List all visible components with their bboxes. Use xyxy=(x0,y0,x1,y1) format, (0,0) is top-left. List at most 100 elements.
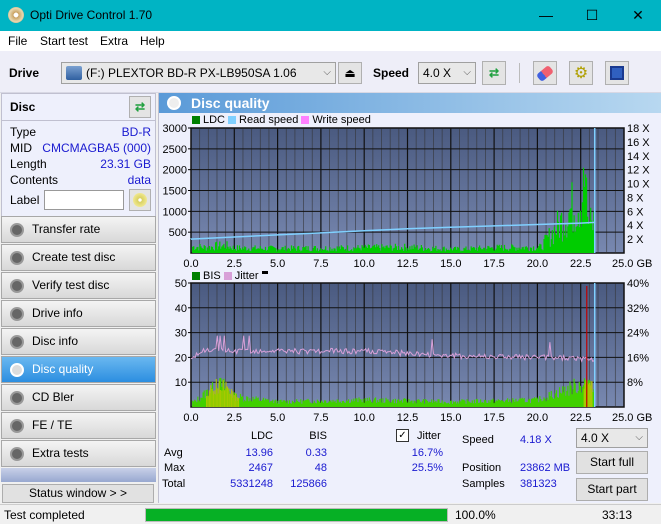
nav-verify-test-disc[interactable]: Verify test disc xyxy=(1,272,156,299)
x-tick-label: 5.0 xyxy=(270,412,285,423)
x-tick-label: 12.5 xyxy=(397,258,418,270)
settings-button[interactable]: ⚙ xyxy=(569,61,593,85)
app-disc-icon xyxy=(8,7,24,23)
nav-label: CD Bler xyxy=(32,390,75,404)
refresh-arrows-icon: ⇄ xyxy=(488,66,500,80)
max-jitter: 25.5% xyxy=(411,462,443,474)
status-text: Test completed xyxy=(4,508,85,522)
minimize-button[interactable]: — xyxy=(523,0,569,31)
nav-disc-info[interactable]: Disc info xyxy=(1,328,156,355)
jitter-checkbox[interactable]: ✓ xyxy=(396,429,409,442)
x-tick-label: 10.0 xyxy=(353,258,374,270)
disc-header: Disc xyxy=(10,100,36,114)
col-ldc: LDC xyxy=(250,430,273,442)
x-tick-label: 7.5 xyxy=(313,412,328,423)
total-ldc: 5331248 xyxy=(230,478,273,490)
y2-tick-label: 8% xyxy=(627,377,643,389)
drive-info-icon xyxy=(10,307,24,321)
x-tick-label: 22.5 xyxy=(570,412,591,423)
chevron-down-icon: ⌵ xyxy=(635,432,643,443)
y2-tick-label: 16 X xyxy=(627,137,650,149)
x-tick-label: 20.0 xyxy=(527,258,548,270)
speed-label: Speed xyxy=(373,66,410,80)
y2-tick-label: 14 X xyxy=(627,151,650,163)
nav-label: Disc quality xyxy=(32,362,94,376)
col-bis: BIS xyxy=(309,430,327,442)
marker-swatch xyxy=(261,270,268,274)
nav-label: Disc info xyxy=(32,334,79,348)
x-tick-label: 15.0 xyxy=(440,412,461,423)
toolbar-divider xyxy=(519,63,520,83)
nav-fe-te[interactable]: FE / TE xyxy=(1,412,156,439)
position-label: Position xyxy=(462,462,502,474)
disc-quality-icon xyxy=(10,363,24,377)
menu-start-test[interactable]: Start test xyxy=(40,34,88,48)
toolbar: Drive (F:) PLEXTOR BD-R PX-LB950SA 1.06 … xyxy=(0,51,661,93)
menu-extra[interactable]: Extra xyxy=(100,34,128,48)
contents-value: data xyxy=(127,173,151,187)
disc-refresh-button[interactable]: ⇄ xyxy=(129,96,151,118)
y2-tick-label: 6 X xyxy=(627,206,644,218)
start-full-button[interactable]: Start full xyxy=(576,451,648,474)
menu-file[interactable]: File xyxy=(8,34,27,48)
fe-te-icon xyxy=(10,419,24,433)
y-tick-label: 1500 xyxy=(163,186,187,198)
y2-tick-label: 16% xyxy=(627,352,649,364)
start-part-button[interactable]: Start part xyxy=(576,478,648,501)
bis-legend: BIS Jitter xyxy=(192,270,268,282)
disc-label-button[interactable] xyxy=(129,189,151,211)
y2-tick-label: 40% xyxy=(627,278,649,290)
nav-label: Extra tests xyxy=(32,446,89,460)
nav-cd-bler[interactable]: CD Bler xyxy=(1,384,156,411)
nav-extra-tests[interactable]: Extra tests xyxy=(1,440,156,467)
test-speed-value: 4.0 X xyxy=(581,431,610,445)
x-tick-label: 2.5 xyxy=(227,258,242,270)
nav-label: Drive info xyxy=(32,306,83,320)
cd-bler-icon xyxy=(10,391,24,405)
nav-create-test-disc[interactable]: Create test disc xyxy=(1,244,156,271)
save-button[interactable] xyxy=(605,61,629,85)
y2-tick-label: 8 X xyxy=(627,192,644,204)
label-input[interactable] xyxy=(44,190,124,210)
status-window-button[interactable]: Status window > > xyxy=(2,484,154,503)
max-ldc: 2467 xyxy=(248,462,273,474)
refresh-button[interactable]: ⇄ xyxy=(482,61,506,85)
progress-bar xyxy=(145,508,448,522)
x-tick-label: 20.0 xyxy=(527,412,548,423)
x-tick-label: 15.0 xyxy=(440,258,461,270)
length-value: 23.31 GB xyxy=(100,157,151,171)
x-tick-label: 0.0 xyxy=(183,412,198,423)
create-disc-icon xyxy=(10,251,24,265)
speed-select-value: 4.0 X xyxy=(423,66,452,80)
mid-value: CMCMAGBA5 (000) xyxy=(42,141,151,155)
x-tick-label: 25.0 GB xyxy=(612,412,652,423)
progress-fill xyxy=(146,509,447,521)
drive-label: Drive xyxy=(9,66,40,80)
nav-label: Transfer rate xyxy=(32,222,101,236)
drive-select[interactable]: (F:) PLEXTOR BD-R PX-LB950SA 1.06 ⌵ xyxy=(61,62,336,84)
test-speed-select[interactable]: 4.0 X ⌵ xyxy=(576,428,648,448)
y-tick-label: 50 xyxy=(175,278,187,290)
speed-select[interactable]: 4.0 X ⌵ xyxy=(418,62,476,84)
maximize-button[interactable]: ☐ xyxy=(569,0,615,31)
nav-disc-quality[interactable]: Disc quality xyxy=(1,356,156,383)
legend-jitter: Jitter xyxy=(234,270,259,282)
verify-disc-icon xyxy=(10,279,24,293)
nav-transfer-rate[interactable]: Transfer rate xyxy=(1,216,156,243)
x-tick-label: 0.0 xyxy=(183,258,198,270)
nav-label: Create test disc xyxy=(32,250,116,264)
chevron-down-icon: ⌵ xyxy=(463,67,471,78)
menu-help[interactable]: Help xyxy=(140,34,165,48)
y-tick-label: 40 xyxy=(175,303,187,315)
eject-button[interactable]: ⏏ xyxy=(338,62,362,84)
y2-tick-label: 32% xyxy=(627,303,649,315)
close-button[interactable]: ✕ xyxy=(615,0,661,31)
floppy-disk-icon xyxy=(610,66,624,80)
total-label: Total xyxy=(162,478,186,490)
nav-drive-info[interactable]: Drive info xyxy=(1,300,156,327)
disc-info-panel: Disc ⇄ Type BD-R MID CMCMAGBA5 (000) Len… xyxy=(1,93,156,217)
eraser-icon xyxy=(535,64,555,82)
erase-button[interactable] xyxy=(533,61,557,85)
avg-label: Avg xyxy=(164,447,183,459)
x-tick-label: 2.5 xyxy=(227,412,242,423)
